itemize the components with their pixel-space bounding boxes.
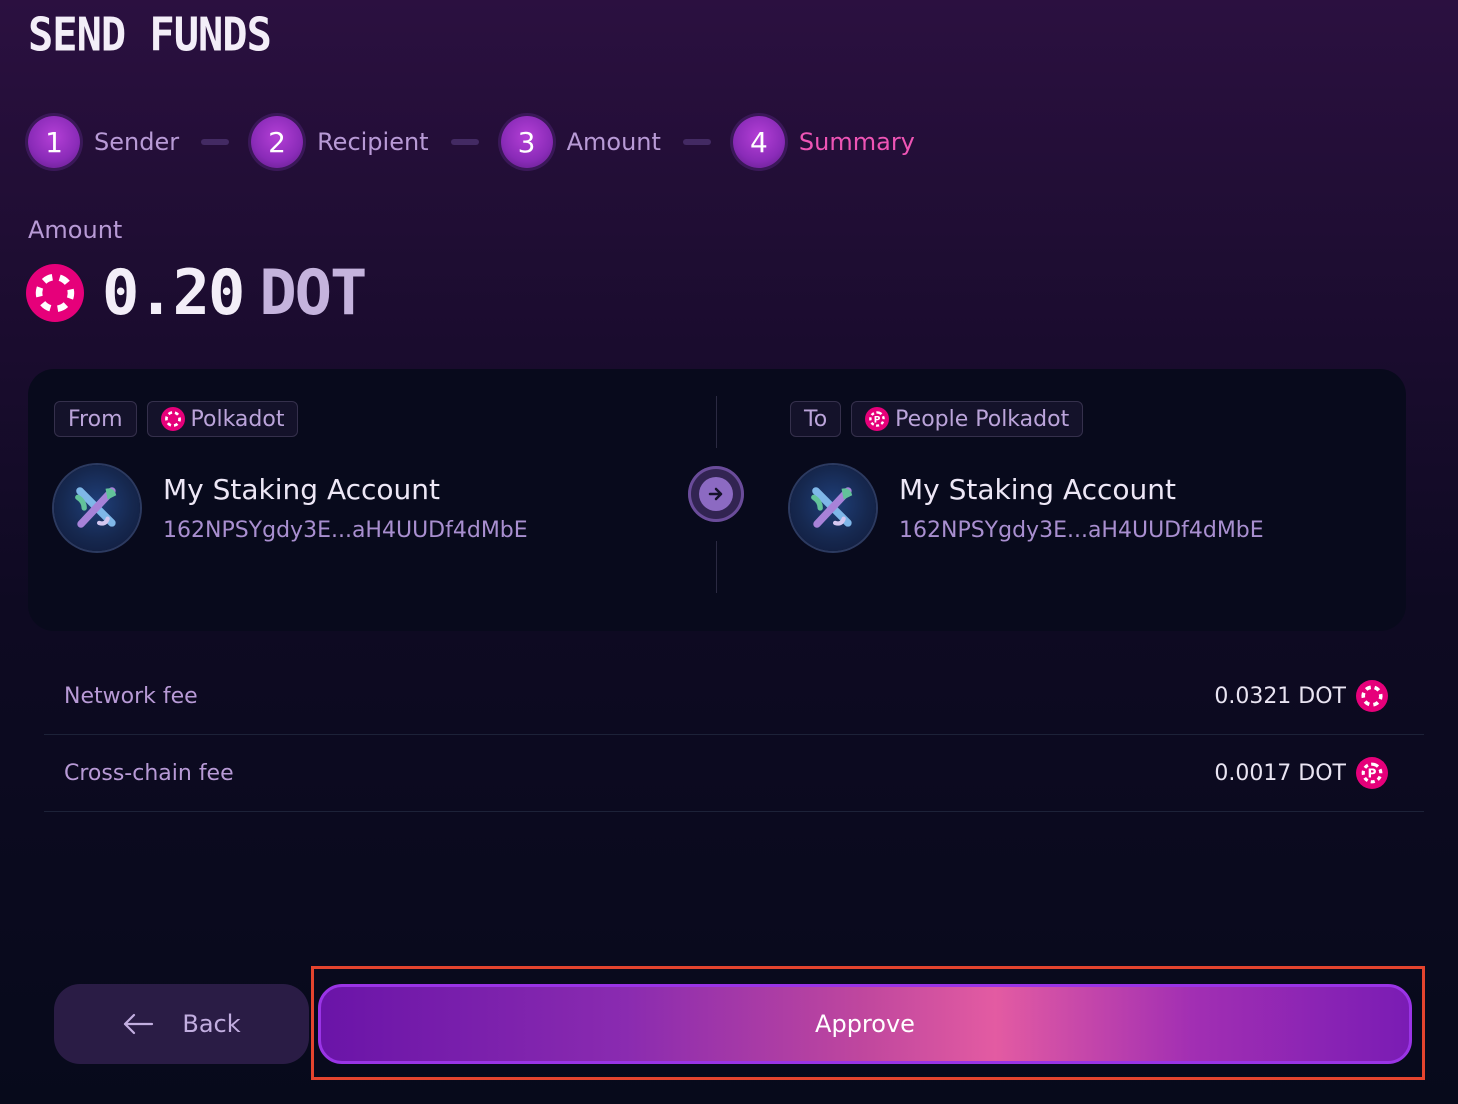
people-polkadot-icon [1356,757,1388,789]
step-number: 3 [500,116,553,168]
fee-amount: 0.0321 DOT [1214,683,1346,709]
step-number: 4 [732,116,785,168]
amount-display: 0.20 DOT [26,256,367,329]
from-account: My Staking Account 162NPSYgdy3E...aH4UUD… [54,465,528,551]
from-network-label: Polkadot [190,406,285,432]
highlight-box [311,966,1425,1080]
step-summary[interactable]: 4 Summary [732,116,915,168]
step-label: Summary [798,128,915,156]
avatar [790,465,876,551]
to-account-address: 162NPSYgdy3E...aH4UUDf4dMbE [899,518,1264,543]
arrow-right-icon [708,487,723,501]
step-label: Sender [94,128,180,156]
step-number: 2 [251,116,304,168]
fee-value: 0.0321 DOT [1214,680,1388,712]
polkadot-icon [161,407,185,431]
from-section: From Polkadot My Staking Account 162NPSY… [54,401,528,551]
amount-unit: DOT [259,256,367,329]
divider [716,396,717,448]
arrow-left-icon [124,1013,154,1035]
people-polkadot-icon [865,407,889,431]
page-title: SEND FUNDS [28,7,272,62]
avatar [54,465,140,551]
step-label: Amount [566,128,661,156]
to-tag: To [790,401,842,437]
fee-value: 0.0017 DOT [1214,757,1388,789]
step-recipient[interactable]: 2 Recipient [251,116,429,168]
step-separator [682,139,711,145]
to-network-tag: People Polkadot [851,401,1084,437]
back-button-label: Back [182,1010,241,1038]
stepper: 1 Sender 2 Recipient 3 Amount 4 Summary [28,113,915,171]
transfer-card: From Polkadot My Staking Account 162NPSY… [28,369,1406,631]
step-amount[interactable]: 3 Amount [500,116,661,168]
account-avatar-icon [65,476,129,540]
to-account: My Staking Account 162NPSYgdy3E...aH4UUD… [790,465,1264,551]
fee-row-network: Network fee 0.0321 DOT [44,658,1424,735]
step-number: 1 [28,116,80,168]
step-label: Recipient [317,128,429,156]
amount-value: 0.20 [102,256,245,329]
step-separator [201,139,230,145]
to-network-label: People Polkadot [895,406,1070,432]
fee-row-cross-chain: Cross-chain fee 0.0017 DOT [44,735,1424,812]
account-avatar-icon [801,476,865,540]
from-tag: From [54,401,137,437]
polkadot-icon [1356,680,1388,712]
back-button[interactable]: Back [54,984,309,1064]
fee-label: Network fee [64,683,198,709]
fee-list: Network fee 0.0321 DOT Cross-chain fee 0… [44,658,1424,812]
fee-label: Cross-chain fee [64,760,234,786]
from-account-name: My Staking Account [163,473,441,506]
divider [716,541,717,593]
step-sender[interactable]: 1 Sender [28,116,179,168]
from-account-address: 162NPSYgdy3E...aH4UUDf4dMbE [163,518,528,543]
transfer-direction [688,466,744,522]
fee-amount: 0.0017 DOT [1214,760,1346,786]
amount-label: Amount [28,216,123,244]
from-network-tag: Polkadot [146,401,299,437]
polkadot-icon [26,264,84,322]
step-separator [450,139,479,145]
to-section: To People Polkadot My Staking Account 16… [790,401,1264,551]
to-account-name: My Staking Account [899,473,1177,506]
